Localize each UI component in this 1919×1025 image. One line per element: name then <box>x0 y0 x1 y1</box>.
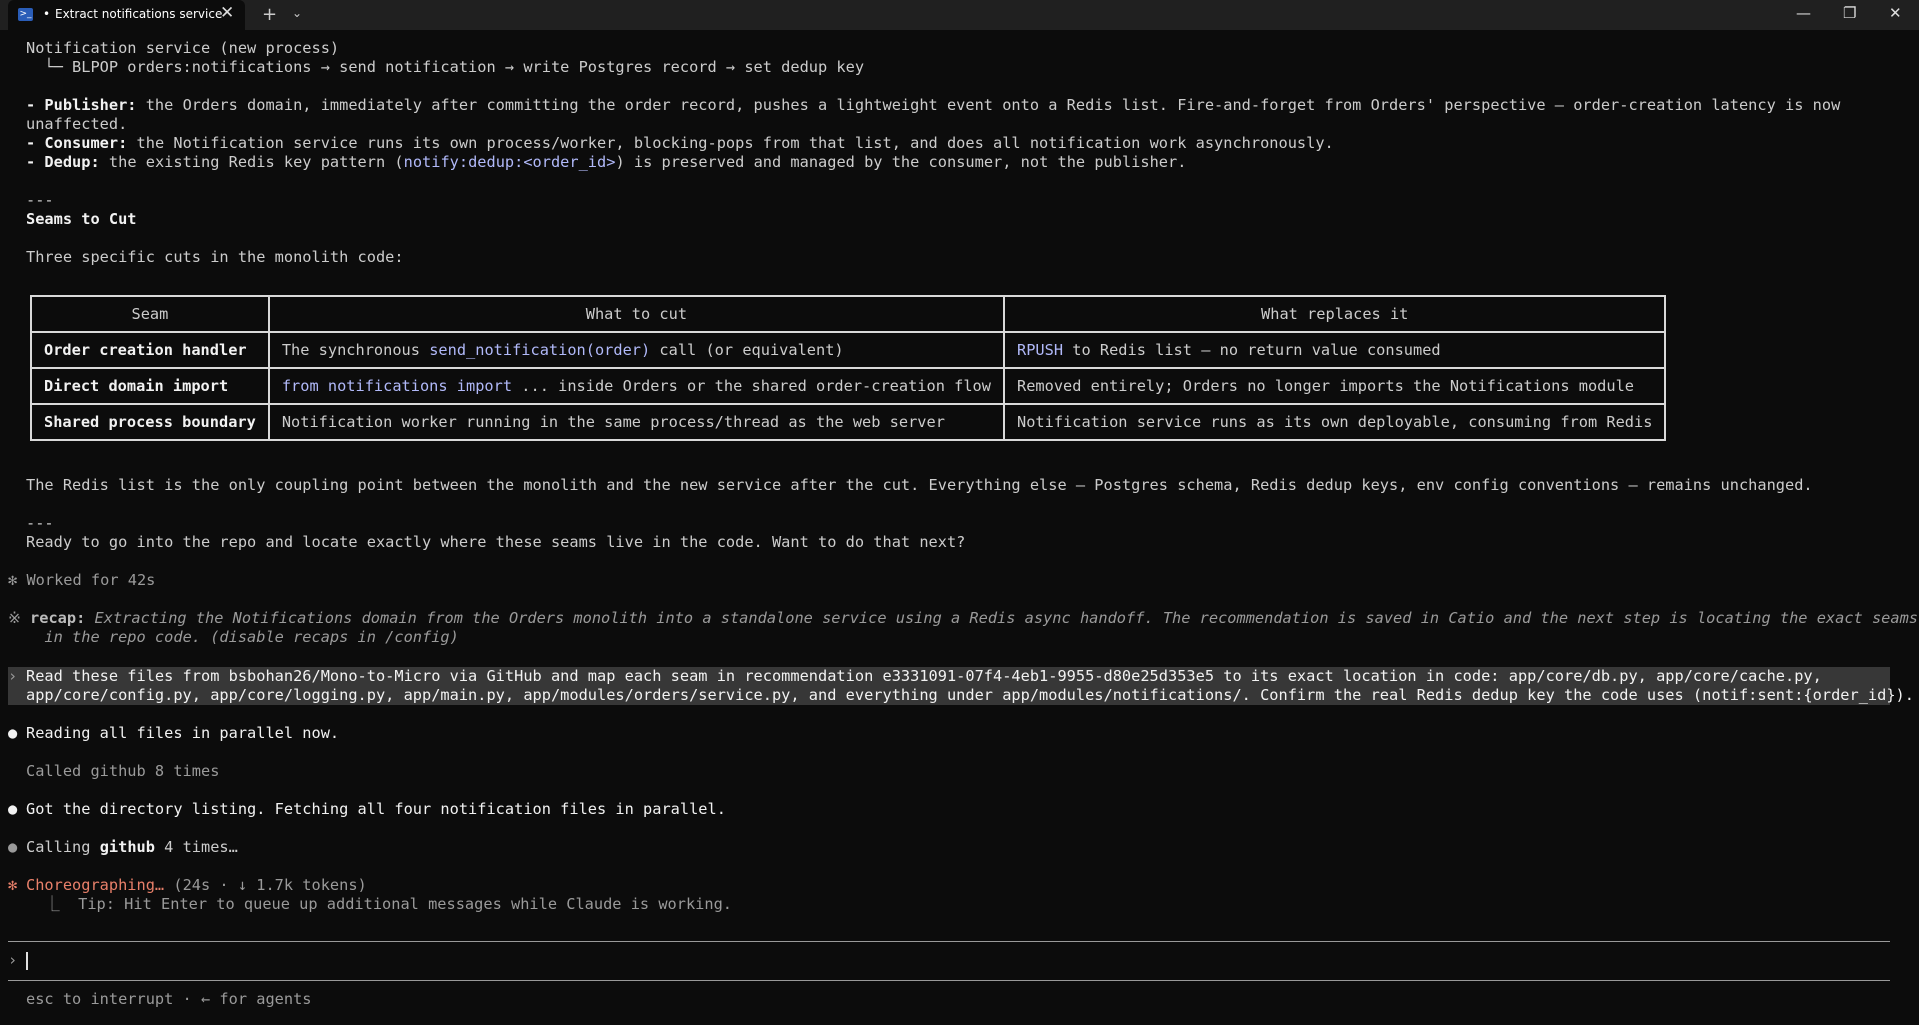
seam-cell: Direct domain import <box>30 367 270 405</box>
tab-close-icon[interactable]: ✕ <box>220 3 234 23</box>
prompt-top-rule <box>8 941 1890 942</box>
replace-post: Removed entirely; Orders no longer impor… <box>1016 377 1635 395</box>
spinner-icon: ✻ <box>8 876 18 894</box>
status-tip: ⎿ Tip: Hit Enter to queue up additional … <box>26 895 733 913</box>
consumer-bullet: - Consumer: the Notification service run… <box>26 134 1334 153</box>
header-seam: Seam <box>30 295 270 333</box>
cut-code: send_notification(order) <box>429 341 651 359</box>
bullet-icon: ● <box>8 724 18 742</box>
user-message-line-2: app/core/config.py, app/core/logging.py,… <box>26 686 1914 704</box>
summary-text: The Redis list is the only coupling poin… <box>26 476 1813 494</box>
new-tab-icon[interactable]: + <box>262 4 277 25</box>
activity-text: Got the directory listing. Fetching all … <box>26 800 726 818</box>
asterisk-icon: ✻ <box>8 571 18 589</box>
replace-cell: RPUSH to Redis list — no return value co… <box>1002 331 1667 369</box>
seams-intro: Three specific cuts in the monolith code… <box>26 248 404 266</box>
recap-text-2: in the repo code. (disable recaps in /co… <box>44 628 459 646</box>
replace-cell: Notification service runs as its own dep… <box>1002 403 1667 441</box>
user-message-caret: › <box>8 667 18 685</box>
text-cursor <box>26 952 28 970</box>
footer-hint: esc to interrupt · ← for agents <box>26 990 312 1008</box>
replace-post: Notification service runs as its own dep… <box>1016 413 1653 431</box>
separator-2: --- <box>26 514 54 532</box>
prompt-bottom-rule <box>8 980 1890 981</box>
header-what-replaces: What replaces it <box>1002 295 1667 333</box>
table-row: Shared process boundary Notification wor… <box>30 403 1667 441</box>
status-label: Choreographing… <box>26 876 165 894</box>
cut-pre: The synchronous <box>281 341 430 359</box>
consumer-text: the Notification service runs its own pr… <box>127 134 1334 152</box>
recap-line-2: in the repo code. (disable recaps in /co… <box>26 628 459 647</box>
recap-text: Extracting the Notifications domain from… <box>85 609 1919 627</box>
publisher-bullet: - Publisher: the Orders domain, immediat… <box>26 96 1840 115</box>
cut-cell: from notifications import ... inside Ord… <box>267 367 1005 405</box>
bullet-icon: ● <box>8 838 18 856</box>
dedup-post: ) is preserved and managed by the consum… <box>615 153 1187 171</box>
recap-line-1: ※ recap: Extracting the Notifications do… <box>8 609 1918 628</box>
publisher-cont: unaffected. <box>26 115 128 133</box>
table-row: Direct domain import from notifications … <box>30 367 1667 405</box>
tab-extract-notifications[interactable]: >_ • Extract notifications service ✕ <box>8 0 245 30</box>
table-row: Order creation handler The synchronous s… <box>30 331 1667 369</box>
dedup-code: notify:dedup:<order_id> <box>403 153 616 171</box>
prompt-caret: › <box>8 951 18 969</box>
worked-text: Worked for 42s <box>26 571 156 589</box>
bullet-icon: ● <box>8 800 18 818</box>
unsaved-dot: • <box>43 7 51 21</box>
dedup-pre: the existing Redis key pattern ( <box>99 153 404 171</box>
recap-label: recap: <box>30 609 86 627</box>
activity-text: Calling github 4 times… <box>26 838 238 857</box>
activity-tool: github <box>99 838 155 856</box>
window-close-icon[interactable]: ✕ <box>1889 4 1902 22</box>
cut-post: call (or equivalent) <box>650 341 844 359</box>
flow-line-1: Notification service (new process) <box>26 39 340 57</box>
status-meta: (24s · ↓ 1.7k tokens) <box>164 876 367 894</box>
tab-title: Extract notifications service <box>55 7 223 21</box>
replace-code: RPUSH <box>1016 341 1064 359</box>
activity-pre: Calling <box>26 838 100 856</box>
minimize-icon[interactable]: — <box>1796 4 1811 22</box>
seam-cell: Order creation handler <box>30 331 270 369</box>
activity-text: Reading all files in parallel now. <box>26 724 340 742</box>
chevron-down-icon[interactable]: ⌄ <box>292 6 302 20</box>
dedup-label: - Dedup: <box>26 153 100 171</box>
seams-heading: Seams to Cut <box>26 210 137 228</box>
activity-post: 4 times… <box>154 838 238 856</box>
cut-code: from notifications import <box>281 377 513 395</box>
flow-line-2: └─ BLPOP orders:notifications → send not… <box>26 58 865 76</box>
seams-table: Seam What to cut What replaces it Order … <box>30 295 1667 441</box>
consumer-label: - Consumer: <box>26 134 128 152</box>
seam-cell: Shared process boundary <box>30 403 270 441</box>
replace-cell: Removed entirely; Orders no longer impor… <box>1002 367 1667 405</box>
separator: --- <box>26 191 54 209</box>
cut-post: ... inside Orders or the shared order-cr… <box>512 377 991 395</box>
dedup-bullet: - Dedup: the existing Redis key pattern … <box>26 153 1186 172</box>
maximize-icon[interactable]: ❐ <box>1843 4 1856 22</box>
powershell-icon: >_ <box>18 8 33 21</box>
cut-cell: The synchronous send_notification(order)… <box>267 331 1005 369</box>
header-what-to-cut: What to cut <box>267 295 1005 333</box>
publisher-label: - Publisher: <box>26 96 137 114</box>
cut-pre: Notification worker running in the same … <box>281 413 945 431</box>
status-line: Choreographing… (24s · ↓ 1.7k tokens) <box>26 876 367 895</box>
next-step-text: Ready to go into the repo and locate exa… <box>26 533 966 551</box>
recap-icon: ※ <box>8 609 21 627</box>
table-header-row: Seam What to cut What replaces it <box>30 295 1667 333</box>
worked-line: ✻ Worked for 42s <box>8 571 155 590</box>
title-bar: >_ • Extract notifications service ✕ + ⌄… <box>0 0 1919 30</box>
prompt-input[interactable] <box>30 951 1880 970</box>
activity-text: Called github 8 times <box>26 762 220 780</box>
replace-post: to Redis list — no return value consumed <box>1063 341 1441 359</box>
publisher-text: the Orders domain, immediately after com… <box>136 96 1841 114</box>
user-message-line-1: Read these files from bsbohan26/Mono-to-… <box>26 667 1822 685</box>
cut-cell: Notification worker running in the same … <box>267 403 1005 441</box>
